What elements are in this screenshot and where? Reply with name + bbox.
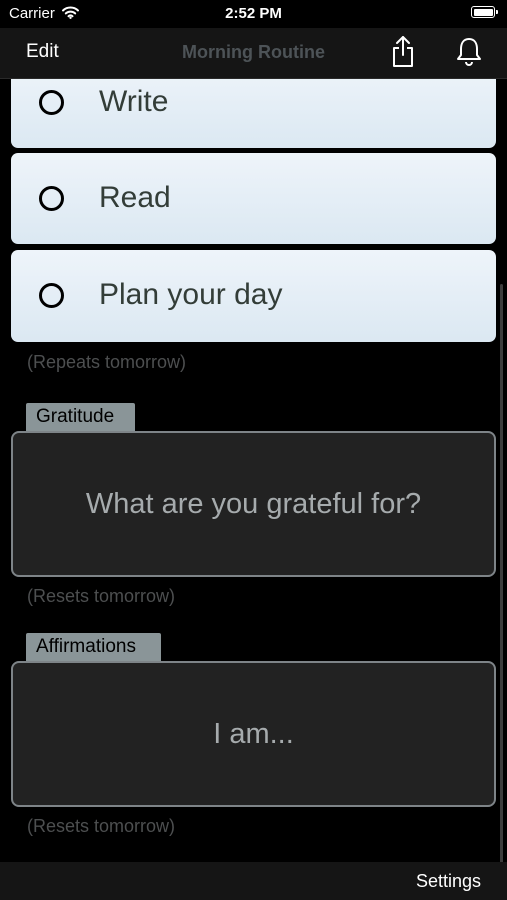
repeat-note: (Repeats tomorrow) xyxy=(27,352,187,372)
gratitude-reset-note: (Resets tomorrow) xyxy=(27,586,176,606)
bell-icon[interactable] xyxy=(455,36,483,71)
task-label: Read xyxy=(99,181,171,214)
status-time: 2:52 PM xyxy=(225,5,282,22)
task-label: Plan your day xyxy=(99,278,283,311)
task-item[interactable]: Write xyxy=(11,79,496,148)
battery-icon xyxy=(471,6,498,18)
checkbox-circle-icon[interactable] xyxy=(39,186,64,211)
settings-button[interactable]: Settings xyxy=(416,871,481,892)
checkbox-circle-icon[interactable] xyxy=(39,90,64,115)
task-item[interactable]: Read xyxy=(11,153,496,244)
task-label: Write xyxy=(99,85,169,118)
affirmations-placeholder: I am... xyxy=(213,717,294,750)
scrollbar[interactable] xyxy=(500,284,503,862)
routine-list[interactable]: Write Read Plan your day (Repeats tomorr… xyxy=(0,79,507,862)
navigation-bar: Edit Morning Routine xyxy=(0,28,507,79)
gratitude-tab: Gratitude xyxy=(26,403,135,431)
affirmations-tab: Affirmations xyxy=(26,633,161,661)
task-item[interactable]: Plan your day xyxy=(11,250,496,342)
page-title: Morning Routine xyxy=(182,42,325,62)
affirmations-field[interactable]: I am... xyxy=(11,661,496,807)
gratitude-placeholder: What are you grateful for? xyxy=(85,487,422,520)
bottom-toolbar: Settings xyxy=(0,862,507,900)
gratitude-field[interactable]: What are you grateful for? xyxy=(11,431,496,577)
checkbox-circle-icon[interactable] xyxy=(39,283,64,308)
status-bar: Carrier 2:52 PM xyxy=(0,0,507,28)
share-icon[interactable] xyxy=(389,34,417,73)
affirmations-reset-note: (Resets tomorrow) xyxy=(27,816,176,836)
